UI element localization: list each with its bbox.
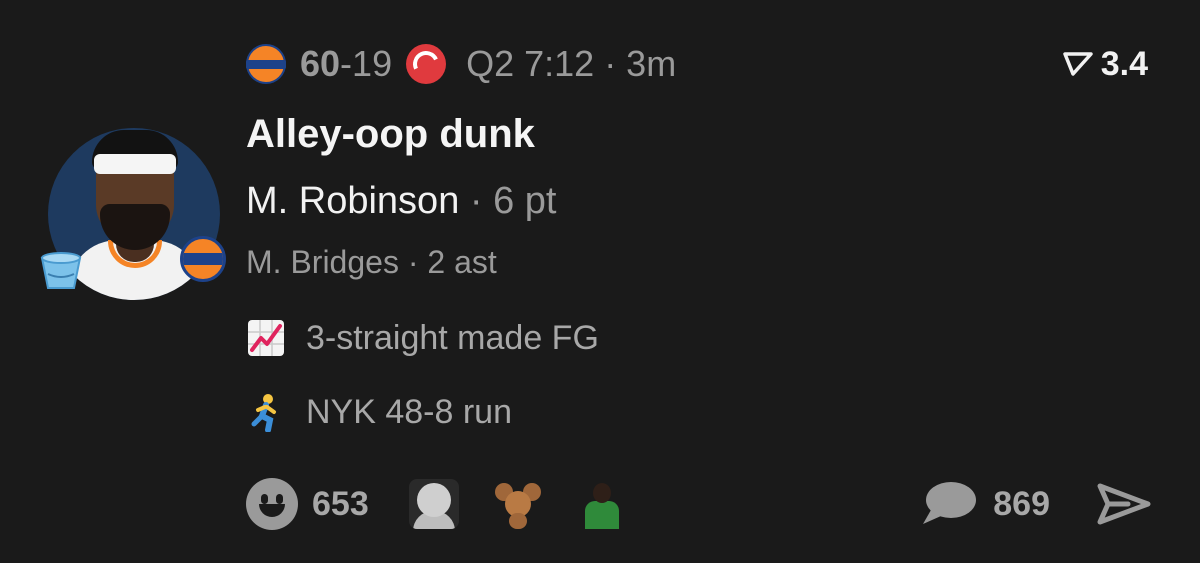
knicks-logo-icon [246,44,286,84]
home-score: 60 [300,43,341,84]
run-note: NYK 48-8 run [246,390,512,434]
runner-icon [251,394,276,432]
jerry-reactor[interactable] [493,479,543,529]
comment-count[interactable]: 869 [993,485,1050,524]
comment-bubble-icon[interactable] [921,480,977,528]
score-separator: - [340,43,353,84]
smiley-icon[interactable] [246,478,298,530]
trend-arrow-icon [1062,52,1093,76]
meter-value: 3.4 [1100,44,1148,83]
game-clock: Q2 7:12 · 3m [466,43,677,84]
keeper-reactor[interactable] [577,479,627,529]
win-prob-meter[interactable]: 3.4 [1062,40,1148,88]
reaction-count: 653 [312,484,369,523]
share-arrow-icon[interactable] [1096,480,1152,528]
knicks-logo-icon [180,236,226,282]
streak-note-text: 3-straight made FG [306,318,599,357]
baby-reactor[interactable] [408,479,459,529]
scorer-line[interactable]: M. Robinson · 6 pt [246,180,556,223]
streak-note: 3-straight made FG [246,316,599,360]
chart-increasing-icon [248,320,284,356]
play-title: Alley-oop dunk [246,112,535,156]
scorer-name: M. Robinson [246,180,460,222]
assist-line[interactable]: M. Bridges · 2 ast [246,244,497,281]
reactions-bar: 653 [246,476,627,532]
game-header[interactable]: 60 - 19 Q2 7:12 · 3m [246,38,676,90]
actions-bar: 869 [921,476,1152,532]
away-score: 19 [352,43,393,84]
scorer-stat: · 6 pt [459,180,557,222]
bucket-icon [40,252,82,289]
run-note-text: NYK 48-8 run [306,392,512,431]
hawks-logo-icon [406,44,447,84]
